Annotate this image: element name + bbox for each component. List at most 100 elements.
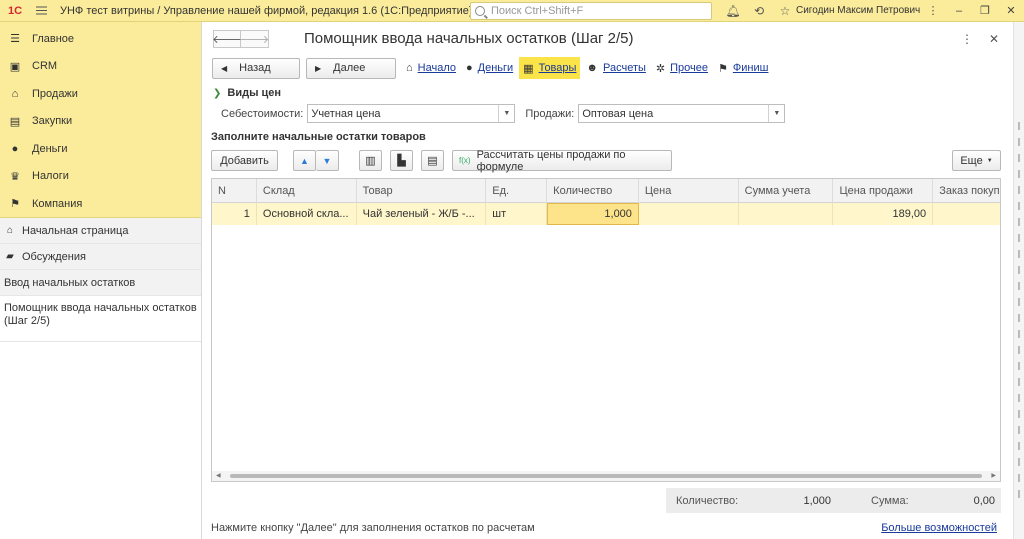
table-row[interactable]: 1 Основной скла... Чай зеленый - Ж/Б -..… bbox=[212, 203, 1000, 225]
add-button[interactable]: Добавить bbox=[211, 150, 278, 171]
more-icon[interactable]: ⋮ bbox=[920, 0, 946, 22]
goods-icon: ▦ bbox=[523, 62, 534, 75]
nav-discussions[interactable]: ▰ Обсуждения bbox=[0, 244, 201, 270]
back-button[interactable]: ◀ Назад bbox=[212, 57, 300, 79]
move-up-icon[interactable]: ▲ bbox=[293, 150, 316, 171]
form-close-icon[interactable]: ✕ bbox=[989, 32, 999, 46]
hint-text: Нажмите кнопку "Далее" для заполнения ос… bbox=[211, 522, 535, 534]
bell-icon[interactable]: 🔔︎ bbox=[720, 4, 746, 18]
dropdown-arrow-icon[interactable]: ▼ bbox=[498, 105, 514, 122]
1c-logo-icon[interactable]: 1С bbox=[0, 0, 30, 22]
section-sales[interactable]: ⌂ Продажи bbox=[0, 80, 201, 108]
horizontal-scrollbar[interactable]: ◀ ▶ bbox=[212, 471, 1000, 481]
vertical-scrollbar[interactable] bbox=[1013, 22, 1024, 539]
col-n[interactable]: N bbox=[212, 179, 257, 203]
star-icon[interactable]: ☆ bbox=[772, 4, 798, 18]
table-header: N Склад Товар Ед. Количество Цена Сумма … bbox=[212, 179, 1000, 203]
top-bar: 1С УНФ тест витрины / Управление нашей ф… bbox=[0, 0, 1024, 22]
scroll-thumb[interactable] bbox=[230, 474, 982, 478]
search-input[interactable]: Поиск Ctrl+Shift+F bbox=[470, 2, 712, 20]
chevron-down-icon: ❯ bbox=[213, 87, 222, 99]
more-actions-button[interactable]: Еще ▼ bbox=[952, 150, 1001, 171]
cell-price[interactable] bbox=[639, 203, 739, 225]
step-other[interactable]: ✲ Прочее bbox=[652, 57, 712, 79]
form-title: Помощник ввода начальных остатков (Шаг 2… bbox=[304, 30, 634, 47]
price-types-group[interactable]: ❯ Виды цен bbox=[213, 87, 281, 99]
col-quantity[interactable]: Количество bbox=[547, 179, 639, 203]
col-product[interactable]: Товар bbox=[357, 179, 487, 203]
next-button[interactable]: ▶ Далее bbox=[306, 57, 396, 79]
col-unit[interactable]: Ед. bbox=[486, 179, 548, 203]
pick-goods-icon[interactable]: ▙ bbox=[390, 150, 413, 171]
nav-active-window[interactable]: Помощник ввода начальных остатков (Шаг 2… bbox=[0, 296, 201, 342]
total-qty-label: Количество: bbox=[676, 494, 739, 507]
calc-prices-button[interactable]: f(x) Рассчитать цены продажи по формуле bbox=[452, 149, 672, 173]
sections-panel: ☰ Главное ▣ CRM ⌂ Продажи ▤ Закупки ● Деньги … bbox=[0, 22, 201, 218]
sales-icon: ⌂ bbox=[11, 87, 19, 100]
step-start[interactable]: ⌂ Начало bbox=[402, 57, 460, 79]
barcode-icon[interactable]: ▥ bbox=[359, 150, 382, 171]
cell-cost-sum[interactable] bbox=[739, 203, 834, 225]
cell-n[interactable]: 1 bbox=[212, 203, 257, 225]
close-icon[interactable]: ✕ bbox=[998, 0, 1024, 22]
section-purchases[interactable]: ▤ Закупки bbox=[0, 108, 201, 136]
history-icon[interactable]: ⟲ bbox=[746, 4, 772, 18]
menu-icon: ☰ bbox=[10, 33, 20, 46]
nav-forward-icon[interactable]: 🡒 bbox=[240, 30, 269, 48]
cost-price-select[interactable]: Учетная цена ▼ bbox=[307, 104, 516, 123]
section-company[interactable]: ⚑ Компания bbox=[0, 190, 201, 218]
sales-price-label: Продажи: bbox=[525, 107, 575, 120]
flag-icon: ⚑ bbox=[718, 62, 728, 75]
dropdown-arrow-icon[interactable]: ▼ bbox=[768, 105, 784, 122]
col-customer-order[interactable]: Заказ покуп bbox=[933, 179, 1000, 203]
section-main[interactable]: ☰ Главное bbox=[0, 25, 201, 53]
cell-unit[interactable]: шт bbox=[486, 203, 548, 225]
cell-product[interactable]: Чай зеленый - Ж/Б -... bbox=[357, 203, 487, 225]
nav-home[interactable]: ⌂ Начальная страница bbox=[0, 218, 201, 244]
house-icon: ⌂ bbox=[6, 225, 14, 236]
ruble-icon: ● bbox=[465, 62, 473, 74]
gear-icon: ✲ bbox=[655, 62, 666, 75]
nav-opening-balances[interactable]: Ввод начальных остатков bbox=[0, 270, 201, 296]
people-icon: ☻ bbox=[586, 62, 598, 74]
sales-price-select[interactable]: Оптовая цена ▼ bbox=[578, 104, 786, 123]
cell-customer-order[interactable] bbox=[933, 203, 1000, 225]
restore-icon[interactable]: ❐ bbox=[972, 0, 998, 22]
section-taxes[interactable]: ♛ Налоги bbox=[0, 163, 201, 191]
step-settlements[interactable]: ☻ Расчеты bbox=[582, 57, 649, 79]
import-icon[interactable]: ▤ bbox=[421, 150, 444, 171]
minimize-icon[interactable]: – bbox=[946, 0, 972, 22]
col-warehouse[interactable]: Склад bbox=[257, 179, 357, 203]
col-sale-price[interactable]: Цена продажи bbox=[833, 179, 934, 203]
app-title: УНФ тест витрины / Управление нашей фирм… bbox=[60, 4, 473, 17]
house-icon: ⌂ bbox=[406, 62, 413, 74]
cell-warehouse[interactable]: Основной скла... bbox=[257, 203, 357, 225]
col-cost-sum[interactable]: Сумма учета bbox=[739, 179, 834, 203]
move-down-icon[interactable]: ▼ bbox=[316, 150, 339, 171]
form-more-icon[interactable]: ⋮ bbox=[961, 32, 973, 46]
step-finish[interactable]: ⚑ Финиш bbox=[714, 57, 772, 79]
scroll-right-icon[interactable]: ▶ bbox=[991, 472, 996, 479]
col-price[interactable]: Цена bbox=[639, 179, 739, 203]
crm-icon: ▣ bbox=[9, 60, 21, 73]
section-money[interactable]: ● Деньги bbox=[0, 135, 201, 163]
form-area: 🡐 🡒 Помощник ввода начальных остатков (Ш… bbox=[203, 22, 1013, 539]
sidebar: ☰ Главное ▣ CRM ⌂ Продажи ▤ Закупки ● Деньги … bbox=[0, 22, 202, 539]
scroll-left-icon[interactable]: ◀ bbox=[216, 472, 221, 479]
cell-sale-price[interactable]: 189,00 bbox=[833, 203, 934, 225]
goods-table: N Склад Товар Ед. Количество Цена Сумма … bbox=[211, 178, 1001, 482]
user-name[interactable]: Сигодин Максим Петрович bbox=[796, 5, 920, 16]
nav-back-icon[interactable]: 🡐 bbox=[212, 30, 242, 48]
chat-icon: ▰ bbox=[6, 251, 14, 262]
more-features-link[interactable]: Больше возможностей bbox=[881, 522, 997, 534]
main-menu-icon[interactable] bbox=[30, 0, 52, 22]
total-sum-label: Сумма: bbox=[871, 494, 909, 507]
money-icon: ● bbox=[11, 142, 19, 155]
search-icon bbox=[475, 6, 485, 16]
step-goods[interactable]: ▦ Товары bbox=[519, 57, 581, 79]
table-toolbar: Добавить ▲ ▼ ▥ ▙ ▤ f(x) Рассчитать цены п… bbox=[211, 149, 1001, 173]
cost-price-label: Себестоимости: bbox=[221, 107, 304, 120]
section-crm[interactable]: ▣ CRM bbox=[0, 53, 201, 81]
cell-quantity[interactable]: 1,000 bbox=[547, 203, 639, 225]
step-money[interactable]: ● Деньги bbox=[462, 57, 517, 79]
